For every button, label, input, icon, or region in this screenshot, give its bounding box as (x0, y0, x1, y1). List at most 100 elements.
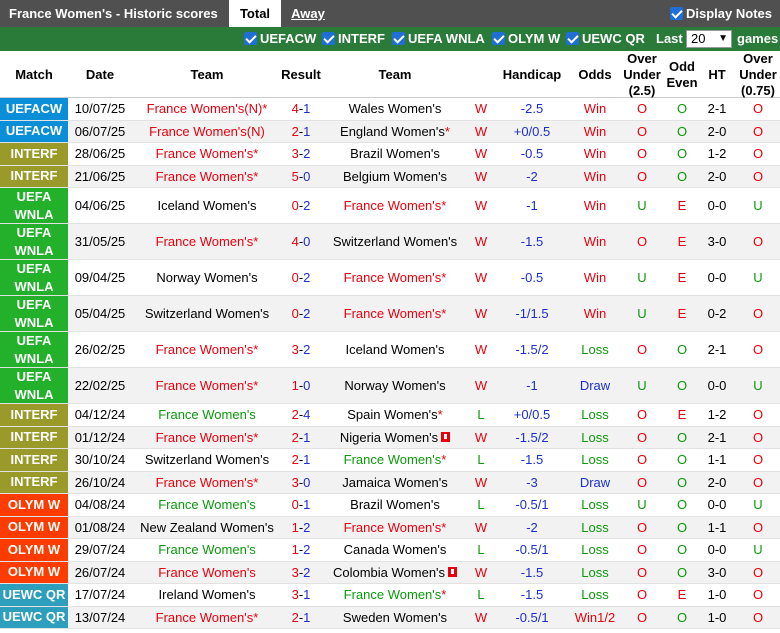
league-badge[interactable]: INTERF (0, 426, 68, 448)
table-row[interactable]: UEWC QR 17/07/24 Ireland Women's 3-1 France … (0, 584, 780, 607)
home-team[interactable]: France Women's * (132, 166, 282, 188)
away-team-name[interactable]: England Women's (340, 124, 445, 139)
home-team[interactable]: France Women's * (132, 472, 282, 494)
league-badge[interactable]: UEFA WNLA (0, 224, 68, 259)
filter-uefacw[interactable]: UEFACW (244, 31, 316, 46)
table-row[interactable]: INTERF 26/10/24 France Women's * 3-0 Jamaica … (0, 471, 780, 494)
table-row[interactable]: OLYM W 01/08/24 New Zealand Women's 1-2 Fran… (0, 516, 780, 539)
home-team[interactable]: Ireland Women's (132, 584, 282, 606)
away-team-name[interactable]: Norway Women's (344, 378, 445, 393)
home-team[interactable]: Switzerland Women's (132, 449, 282, 471)
away-team[interactable]: Brazil Women's (320, 143, 470, 165)
table-row[interactable]: UEFA WNLA 22/02/25 France Women's * 1-0 Norwa… (0, 368, 780, 404)
home-team-name[interactable]: France Women's(N) (149, 124, 265, 139)
home-team-name[interactable]: France Women's (156, 475, 254, 490)
league-badge[interactable]: UEFA WNLA (0, 368, 68, 403)
home-team-name[interactable]: France Women's (156, 169, 254, 184)
league-badge[interactable]: OLYM W (0, 539, 68, 561)
home-team-name[interactable]: France Women's (158, 565, 256, 580)
home-team[interactable]: France Women's * (132, 332, 282, 367)
away-team-name[interactable]: Iceland Women's (345, 342, 444, 357)
home-team-name[interactable]: France Women's (158, 407, 256, 422)
home-team[interactable]: Iceland Women's (132, 188, 282, 223)
filter-olym-w[interactable]: OLYM W (492, 31, 560, 46)
table-row[interactable]: UEFA WNLA 05/04/25 Switzerland Women's 0-2 F… (0, 296, 780, 332)
checkbox-icon[interactable] (392, 32, 405, 45)
home-team-name[interactable]: France Women's (156, 378, 254, 393)
filter-uewc-qr[interactable]: UEWC QR (566, 31, 645, 46)
away-team[interactable]: Spain Women's * (320, 404, 470, 426)
home-team[interactable]: France Women's(N) * (132, 98, 282, 120)
away-team[interactable]: England Women's * (320, 121, 470, 143)
away-team[interactable]: Canada Women's (320, 539, 470, 561)
tab-away[interactable]: Away (284, 0, 332, 27)
filter-uefa-wnla[interactable]: UEFA WNLA (392, 31, 485, 46)
home-team[interactable]: France Women's * (132, 143, 282, 165)
away-team[interactable]: Iceland Women's (320, 332, 470, 367)
table-row[interactable]: INTERF 30/10/24 Switzerland Women's 2-1 Fran… (0, 449, 780, 472)
home-team-name[interactable]: France Women's (156, 430, 254, 445)
league-badge[interactable]: OLYM W (0, 516, 68, 538)
away-team[interactable]: Belgium Women's (320, 166, 470, 188)
away-team-name[interactable]: France Women's (344, 306, 442, 321)
league-badge[interactable]: INTERF (0, 143, 68, 165)
home-team-name[interactable]: France Women's (158, 542, 256, 557)
away-team-name[interactable]: Nigeria Women's (340, 430, 438, 445)
away-team-name[interactable]: France Women's (344, 198, 442, 213)
home-team[interactable]: France Women's * (132, 224, 282, 259)
table-row[interactable]: INTERF 28/06/25 France Women's * 3-2 Brazil W… (0, 143, 780, 166)
home-team-name[interactable]: France Women's (156, 610, 254, 625)
league-badge[interactable]: UEFACW (0, 98, 68, 120)
checkbox-icon[interactable] (492, 32, 505, 45)
league-badge[interactable]: UEFA WNLA (0, 296, 68, 331)
home-team[interactable]: France Women's(N) (132, 121, 282, 143)
league-badge[interactable]: UEFACW (0, 120, 68, 142)
home-team-name[interactable]: France Women's (158, 497, 256, 512)
table-row[interactable]: UEFA WNLA 31/05/25 France Women's * 4-0 Switz… (0, 224, 780, 260)
league-badge[interactable]: UEWC QR (0, 584, 68, 606)
home-team[interactable]: France Women's (132, 404, 282, 426)
table-row[interactable]: UEFACW 06/07/25 France Women's(N) 2-1 Englan… (0, 120, 780, 143)
home-team[interactable]: New Zealand Women's (132, 517, 282, 539)
last-games-select[interactable]: 20 ▼ (686, 30, 732, 48)
table-row[interactable]: UEFA WNLA 26/02/25 France Women's * 3-2 Icela… (0, 332, 780, 368)
away-team-name[interactable]: Canada Women's (344, 542, 447, 557)
away-team[interactable]: Norway Women's (320, 368, 470, 403)
away-team-name[interactable]: Belgium Women's (343, 169, 447, 184)
league-badge[interactable]: INTERF (0, 449, 68, 471)
league-badge[interactable]: OLYM W (0, 494, 68, 516)
away-team-name[interactable]: France Women's (344, 520, 442, 535)
home-team-name[interactable]: Iceland Women's (157, 198, 256, 213)
away-team-name[interactable]: France Women's (344, 452, 442, 467)
table-row[interactable]: INTERF 01/12/24 France Women's * 2-1 Nigeria … (0, 426, 780, 449)
tab-total[interactable]: Total (229, 0, 281, 27)
away-team-name[interactable]: France Women's (344, 270, 442, 285)
home-team-name[interactable]: Norway Women's (156, 270, 257, 285)
away-team[interactable]: Nigeria Women's (320, 427, 470, 449)
checkbox-icon[interactable] (244, 32, 257, 45)
home-team[interactable]: Norway Women's (132, 260, 282, 295)
table-row[interactable]: OLYM W 04/08/24 France Women's 0-1 Brazil Wo… (0, 494, 780, 517)
away-team[interactable]: Wales Women's (320, 98, 470, 120)
league-badge[interactable]: OLYM W (0, 561, 68, 583)
league-badge[interactable]: INTERF (0, 404, 68, 426)
table-row[interactable]: INTERF 04/12/24 France Women's 2-4 Spain Wom… (0, 404, 780, 427)
table-row[interactable]: INTERF 21/06/25 France Women's * 5-0 Belgium … (0, 165, 780, 188)
home-team-name[interactable]: France Women's (156, 146, 254, 161)
away-team-name[interactable]: Switzerland Women's (333, 234, 457, 249)
home-team-name[interactable]: Ireland Women's (159, 587, 256, 602)
away-team-name[interactable]: Wales Women's (349, 101, 442, 116)
table-row[interactable]: UEFACW 10/07/25 France Women's(N) * 4-1 Wales… (0, 98, 780, 121)
table-row[interactable]: OLYM W 29/07/24 France Women's 1-2 Canada Wo… (0, 539, 780, 562)
away-team[interactable]: France Women's * (320, 584, 470, 606)
table-row[interactable]: OLYM W 26/07/24 France Women's 3-2 Colombia … (0, 561, 780, 584)
away-team[interactable]: France Women's * (320, 188, 470, 223)
home-team-name[interactable]: Switzerland Women's (145, 452, 269, 467)
table-row[interactable]: UEFA WNLA 09/04/25 Norway Women's 0-2 France… (0, 260, 780, 296)
league-badge[interactable]: UEWC QR (0, 606, 68, 628)
away-team-name[interactable]: Jamaica Women's (342, 475, 448, 490)
checkbox-icon[interactable] (322, 32, 335, 45)
home-team-name[interactable]: New Zealand Women's (140, 520, 274, 535)
away-team[interactable]: Brazil Women's (320, 494, 470, 516)
home-team-name[interactable]: France Women's (156, 342, 254, 357)
